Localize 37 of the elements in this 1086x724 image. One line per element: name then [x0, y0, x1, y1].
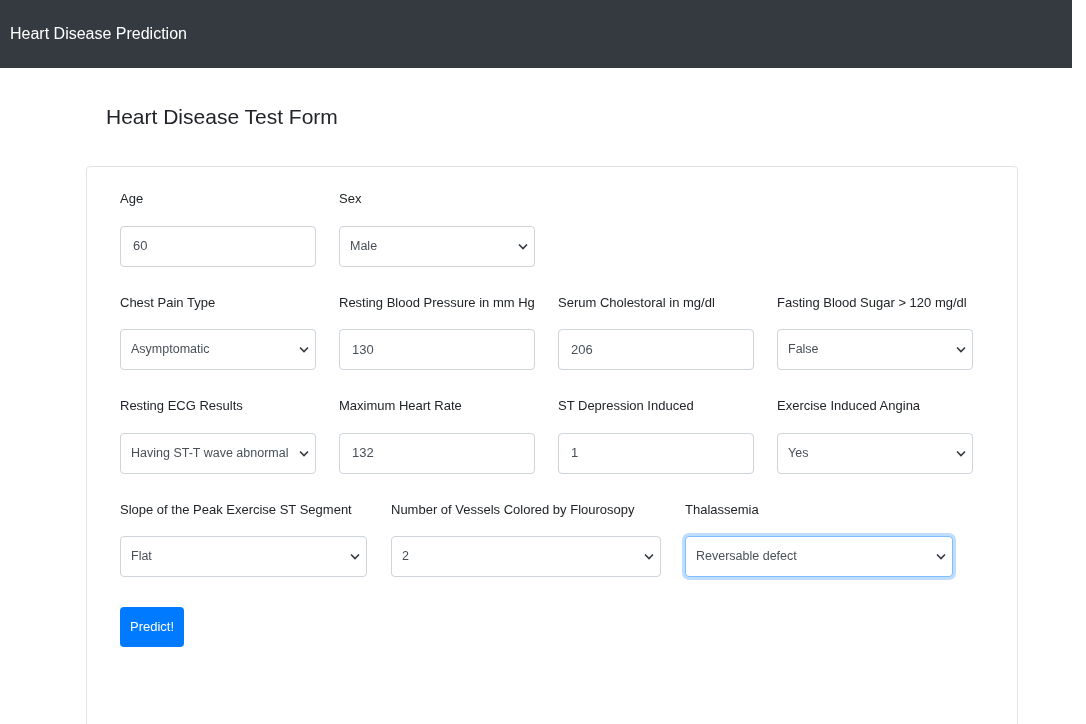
field-label: Resting Blood Pressure in mm Hg [339, 293, 535, 312]
select-dropdown[interactable]: Yes [777, 432, 973, 474]
caret-icon [299, 449, 309, 457]
caret-icon [299, 346, 309, 353]
text-input-field[interactable]: 130 [339, 329, 535, 370]
form-title: Heart Disease Test Form [106, 106, 339, 127]
caret-icon [956, 346, 966, 353]
predict-button[interactable]: Predict! [120, 607, 185, 647]
field-label: Chest Pain Type [120, 293, 217, 312]
select-dropdown[interactable]: Male [339, 225, 535, 267]
select-dropdown[interactable]: False [777, 329, 973, 370]
caret-icon [518, 242, 528, 250]
select-dropdown[interactable]: Having ST-T wave abnormal [120, 432, 316, 474]
text-input-field[interactable]: 132 [339, 432, 535, 474]
field-label: Fasting Blood Sugar > 120 mg/dl [777, 293, 968, 312]
select-dropdown[interactable]: Asymptomatic [120, 329, 316, 370]
field-label: Number of Vessels Colored by Flourosopy [391, 500, 636, 519]
text-input-field[interactable]: 60 [120, 225, 316, 267]
text-input-field[interactable]: 1 [558, 432, 754, 474]
field-label: ST Depression Induced [558, 397, 695, 415]
field-label: Maximum Heart Rate [339, 397, 463, 415]
field-label: Age [120, 190, 145, 208]
select-dropdown[interactable]: Flat [120, 536, 367, 577]
caret-icon [956, 449, 966, 457]
text-input-field[interactable]: 206 [558, 329, 754, 370]
select-dropdown[interactable]: Reversable defect [685, 536, 953, 577]
navbar-brand[interactable]: Heart Disease Prediction [10, 22, 187, 46]
field-label: Sex [339, 190, 363, 208]
caret-icon [350, 553, 360, 560]
field-label: Thalassemia [685, 500, 760, 519]
field-label: Resting ECG Results [120, 397, 244, 415]
caret-icon [936, 553, 946, 560]
field-label: Serum Cholestoral in mg/dl [558, 293, 716, 312]
select-dropdown[interactable]: 2 [391, 536, 661, 577]
caret-icon [644, 553, 654, 560]
field-label: Slope of the Peak Exercise ST Segment [120, 500, 353, 519]
field-label: Exercise Induced Angina [777, 397, 922, 415]
